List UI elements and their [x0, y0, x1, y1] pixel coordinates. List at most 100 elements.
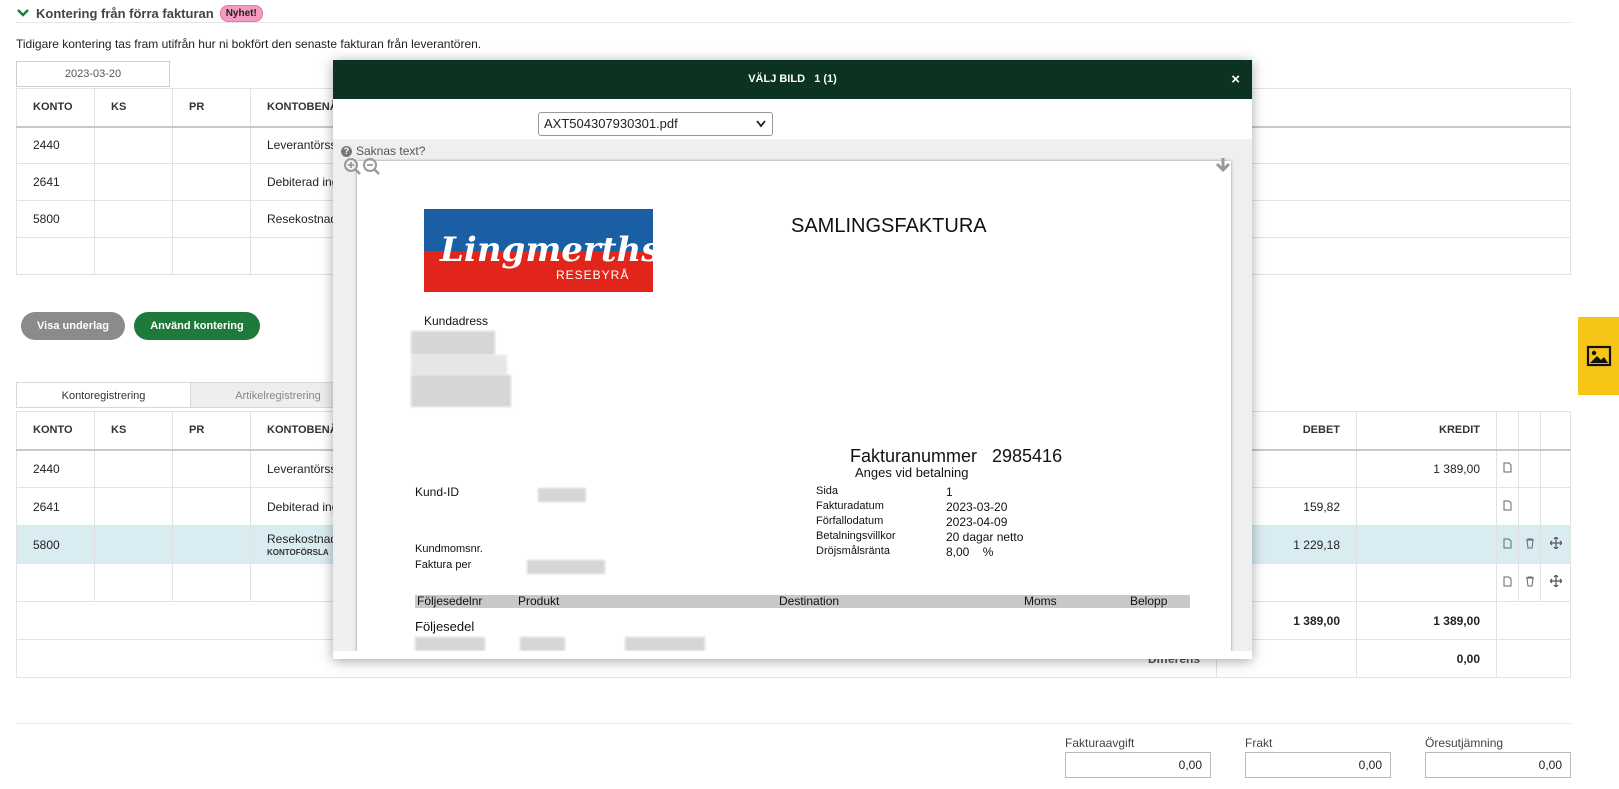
- detail-value: 8,00 %: [946, 545, 994, 559]
- move-icon[interactable]: [1549, 574, 1562, 588]
- use-posting-button[interactable]: Använd kontering: [134, 312, 260, 340]
- section-header[interactable]: Kontering från förra fakturan Nyhet!: [16, 4, 263, 22]
- cell-konto[interactable]: 2641: [16, 487, 95, 526]
- col-amount: Belopp: [1130, 594, 1168, 608]
- lingmerths-logo: Lingmerths RESEBYRÅ: [424, 209, 653, 292]
- detail-label: Förfallodatum: [816, 515, 884, 527]
- file-select[interactable]: AXT504307930301.pdf: [538, 112, 773, 136]
- line-items-header: Följesedelnr Produkt Destination Moms Be…: [415, 595, 1190, 608]
- freight-input[interactable]: 0,00: [1245, 752, 1391, 778]
- col-pr: PR: [172, 88, 251, 128]
- image-picker-modal: VÄLJ BILD 1 (1) × AXT504307930301.pdf ? …: [333, 60, 1252, 659]
- cell-kredit[interactable]: [1356, 487, 1497, 526]
- image-side-tab[interactable]: [1578, 317, 1619, 395]
- detail-value: 1: [946, 485, 953, 499]
- col-vat: Moms: [1024, 594, 1057, 608]
- freight-label: Frakt: [1245, 736, 1273, 750]
- redacted-block: [625, 637, 705, 651]
- show-basis-button[interactable]: Visa underlag: [21, 312, 125, 340]
- rounding-label: Öresutjämning: [1425, 736, 1504, 750]
- invoice-title: SAMLINGSFAKTURA: [791, 215, 987, 237]
- document-icon[interactable]: [1503, 500, 1512, 511]
- cell-konto[interactable]: 5800: [16, 525, 95, 564]
- cell-kredit[interactable]: [1356, 525, 1497, 564]
- invoice-page: Lingmerths RESEBYRÅ SAMLINGSFAKTURA Kund…: [357, 161, 1231, 651]
- customer-id-label: Kund-ID: [415, 485, 460, 499]
- total-kredit: 1 389,00: [1356, 601, 1497, 640]
- section-intro: Tidigare kontering tas fram utifrån hur …: [16, 37, 482, 51]
- divider: [16, 723, 1571, 724]
- payment-note: Anges vid betalning: [855, 465, 969, 480]
- modal-title: VÄLJ BILD 1 (1): [748, 73, 837, 85]
- detail-label: Betalningsvillkor: [816, 530, 896, 542]
- modal-header: VÄLJ BILD 1 (1) ×: [333, 60, 1252, 99]
- cell-konto: 2641: [16, 163, 95, 201]
- detail-value: 2023-04-09: [946, 515, 1008, 529]
- redacted-block: [520, 637, 565, 651]
- delivery-note-label: Följesedel: [415, 619, 475, 634]
- detail-value: 20 dagar netto: [946, 530, 1024, 544]
- detail-label: Sida: [816, 485, 839, 497]
- invoice-number-label: Fakturanummer: [850, 446, 978, 466]
- customer-vat-label: Kundmomsnr.: [415, 543, 483, 555]
- invoice-per-label: Faktura per: [415, 559, 472, 571]
- customer-address-label: Kundadress: [424, 314, 489, 328]
- document-icon[interactable]: [1503, 538, 1512, 549]
- divider: [16, 22, 1571, 23]
- document-viewer[interactable]: ? Saknas text? Lingmerths RESEBYRÅ SAMLI…: [333, 139, 1252, 651]
- redacted-block: [415, 637, 485, 651]
- cell-kredit[interactable]: 1 389,00: [1356, 449, 1497, 488]
- redacted-block: [411, 355, 507, 375]
- question-icon: ?: [341, 145, 352, 157]
- col-konto: KONTO: [16, 411, 95, 451]
- tab-account-registration[interactable]: Kontoregistrering: [16, 382, 191, 408]
- move-icon[interactable]: [1549, 536, 1562, 550]
- detail-value: 2023-03-20: [946, 500, 1008, 514]
- invoice-number: 2985416: [992, 446, 1063, 466]
- missing-text-link[interactable]: ? Saknas text?: [341, 144, 425, 158]
- trash-icon[interactable]: [1525, 576, 1535, 587]
- redacted-block: [538, 488, 586, 502]
- modal-body: AXT504307930301.pdf ? Saknas text? Lingm…: [333, 99, 1252, 659]
- invoice-fee-label: Fakturaavgift: [1065, 736, 1135, 750]
- col-destination: Destination: [779, 594, 840, 608]
- col-kredit: KREDIT: [1356, 411, 1497, 451]
- col-konto: KONTO: [16, 88, 95, 128]
- zoom-out-icon[interactable]: [362, 157, 381, 176]
- previous-invoice-date[interactable]: 2023-03-20: [16, 61, 170, 87]
- zoom-in-icon[interactable]: [343, 157, 362, 176]
- close-icon[interactable]: ×: [1231, 60, 1240, 99]
- missing-text-label: Saknas text?: [356, 144, 426, 158]
- zoom-controls: [343, 157, 381, 176]
- chevron-down-icon: [17, 9, 29, 17]
- col-ks: KS: [94, 411, 173, 451]
- col-ks: KS: [94, 88, 173, 128]
- cell-konto: 5800: [16, 200, 95, 238]
- selected-file: AXT504307930301.pdf: [544, 116, 678, 131]
- cell-konto: 2440: [16, 126, 95, 164]
- download-icon[interactable]: [1214, 157, 1232, 175]
- redacted-block: [411, 375, 511, 407]
- col-product: Produkt: [518, 594, 560, 608]
- cell-konto[interactable]: 2440: [16, 449, 95, 488]
- svg-text:Lingmerths: Lingmerths: [439, 230, 653, 270]
- document-icon[interactable]: [1503, 576, 1512, 587]
- registration-tabs: Kontoregistrering Artikelregistrering: [16, 382, 366, 408]
- col-pr: PR: [172, 411, 251, 451]
- detail-label: Dröjsmålsränta: [816, 545, 890, 557]
- rounding-input[interactable]: 0,00: [1425, 752, 1571, 778]
- difference-value: 0,00: [1356, 639, 1497, 678]
- trash-icon[interactable]: [1525, 538, 1535, 549]
- new-badge: Nyhet!: [219, 4, 263, 22]
- redacted-block: [527, 560, 605, 574]
- account-name: Resekostnad: [267, 532, 338, 546]
- image-icon: [1586, 345, 1611, 367]
- svg-text:RESEBYRÅ: RESEBYRÅ: [556, 267, 629, 282]
- col-delivery-note: Följesedelnr: [417, 594, 483, 608]
- invoice-fee-input[interactable]: 0,00: [1065, 752, 1211, 778]
- redacted-block: [411, 331, 495, 355]
- document-icon[interactable]: [1503, 462, 1512, 473]
- section-title: Kontering från förra fakturan: [36, 5, 214, 21]
- chevron-down-icon: [756, 120, 766, 128]
- detail-label: Fakturadatum: [816, 500, 884, 512]
